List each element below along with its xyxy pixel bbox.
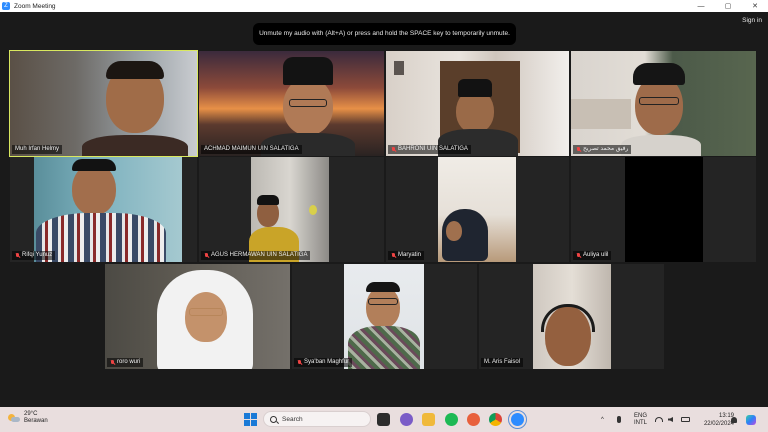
mic-muted-icon [576, 252, 581, 259]
maximize-button[interactable]: ▢ [715, 0, 741, 12]
participant-face [185, 292, 227, 342]
peci-cap [458, 79, 492, 97]
participant-body [621, 135, 701, 156]
wall-frame [394, 61, 404, 75]
participant-name-label: رفيق محمد تصريح [573, 145, 632, 154]
participant-hair [72, 159, 116, 171]
eyeglasses [368, 298, 398, 305]
battery-icon[interactable] [681, 407, 691, 432]
weather-temperature: 29°C [24, 411, 38, 417]
search-placeholder: Search [282, 415, 303, 423]
participant-name-label: Auliya ulil [573, 251, 612, 260]
task-view-icon[interactable] [377, 413, 390, 426]
participant-hair [366, 282, 400, 292]
file-explorer-icon[interactable] [422, 413, 435, 426]
clock-date: 22/02/2024 [703, 421, 734, 427]
firefox-icon[interactable] [467, 413, 480, 426]
participant-tile[interactable]: Maryatin [386, 157, 569, 262]
participant-tile[interactable]: BAHRONI UIN SALATIGA [386, 51, 569, 156]
mic-muted-icon [110, 359, 115, 366]
peci-cap [257, 195, 279, 205]
sofa [571, 99, 631, 129]
participant-tile[interactable]: Auliya ulil [571, 157, 756, 262]
peci-cap [283, 57, 333, 85]
participant-name-label: M. Aris Faisol [481, 358, 524, 367]
title-bar: Z Zoom Meeting — ▢ ✕ [0, 0, 768, 12]
mic-muted-icon [204, 252, 209, 259]
participant-name-label: AGUS HERMAWAN UIN SALATIGA [201, 251, 311, 260]
microphone-icon[interactable] [617, 407, 625, 432]
participant-body [82, 135, 188, 156]
video-off-frame [625, 157, 703, 262]
chat-icon[interactable] [400, 413, 413, 426]
plant-decoration [309, 205, 317, 215]
participant-name-label: Muh Irfan Helmy [12, 145, 63, 154]
chrome-icon[interactable] [489, 413, 502, 426]
peci-cap [633, 63, 685, 85]
participant-tile[interactable]: Muh Irfan Helmy [9, 50, 198, 157]
minimize-button[interactable]: — [688, 0, 714, 12]
participant-name-label: BAHRONI UIN SALATIGA [388, 145, 471, 154]
windows-taskbar: 29°C Berawan Search ^ ENG INTL 13:19 22/0… [0, 407, 768, 432]
participant-name-label: Sya'ban Maghfur [294, 358, 353, 367]
spotify-icon[interactable] [445, 413, 458, 426]
zoom-logo-icon: Z [2, 2, 10, 10]
participant-tile[interactable]: Sya'ban Maghfur [292, 264, 477, 369]
sign-in-link[interactable]: Sign in [742, 17, 762, 24]
mic-muted-icon [391, 252, 396, 259]
participant-tile[interactable]: M. Aris Faisol [479, 264, 664, 369]
participant-tile[interactable]: رفيق محمد تصريح [571, 51, 756, 156]
participant-tile[interactable]: Rifqi Yunuz [10, 157, 197, 262]
mic-muted-icon [391, 146, 396, 153]
windows-start-icon[interactable] [244, 413, 257, 426]
mic-muted-icon [15, 252, 20, 259]
partly-cloudy-icon [8, 413, 20, 423]
participant-name-label: Rifqi Yunuz [12, 251, 56, 260]
eyeglasses [189, 308, 223, 316]
unmute-notification: Unmute my audio with (Alt+A) or press an… [253, 23, 516, 45]
tray-overflow-button[interactable]: ^ [601, 407, 604, 432]
participant-hair [106, 61, 164, 79]
notification-bell-icon[interactable] [731, 407, 739, 432]
participant-tile[interactable]: roro wuri [105, 264, 290, 369]
weather-description: Berawan [24, 418, 48, 424]
participant-tile[interactable]: ACHMAD MAIMUN UIN SALATIGA [199, 51, 384, 156]
clock-time: 13:19 [718, 413, 734, 419]
participant-name-label: roro wuri [107, 358, 144, 367]
taskbar-search-box[interactable]: Search [263, 411, 371, 427]
participant-name-label: Maryatin [388, 251, 425, 260]
plaid-shirt [36, 213, 166, 262]
weather-widget[interactable]: 29°C Berawan [8, 411, 48, 425]
participant-tile[interactable]: AGUS HERMAWAN UIN SALATIGA [199, 157, 384, 262]
close-button[interactable]: ✕ [742, 0, 768, 12]
window-title: Zoom Meeting [14, 2, 56, 10]
search-icon [270, 415, 277, 423]
wifi-icon[interactable] [655, 407, 664, 432]
mic-muted-icon [297, 359, 302, 366]
copilot-icon[interactable] [746, 407, 758, 432]
language-indicator[interactable]: ENG INTL [634, 407, 647, 432]
zoom-taskbar-icon[interactable] [508, 410, 527, 429]
eyeglasses [639, 97, 679, 105]
eyeglasses [289, 99, 327, 107]
participant-face [366, 286, 400, 328]
participant-name-label: ACHMAD MAIMUN UIN SALATIGA [201, 145, 302, 154]
volume-icon[interactable] [668, 407, 677, 432]
participant-face [446, 221, 462, 241]
system-clock[interactable]: 13:19 22/02/2024 [704, 412, 734, 428]
mic-muted-icon [576, 146, 581, 153]
batik-shirt [348, 326, 420, 369]
